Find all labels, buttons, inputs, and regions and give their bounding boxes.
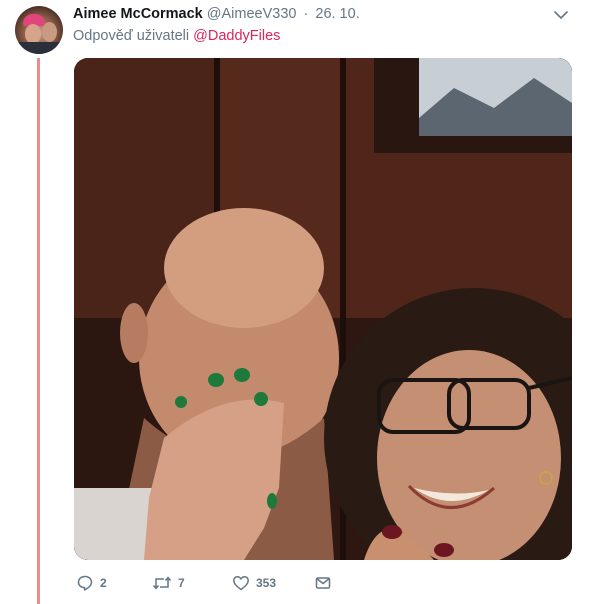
- avatar-face-right: [42, 22, 57, 42]
- header-separator: ·: [303, 6, 309, 22]
- reply-button[interactable]: 2: [76, 572, 107, 594]
- author-handle[interactable]: @AimeeV330: [207, 6, 297, 22]
- envelope-icon: [314, 574, 332, 592]
- reply-bubble-icon: [76, 574, 94, 592]
- author-name[interactable]: Aimee McCormack: [73, 6, 203, 22]
- like-button[interactable]: 353: [232, 572, 276, 594]
- reply-count: 2: [100, 576, 107, 590]
- tweet-photo[interactable]: [74, 58, 572, 560]
- avatar[interactable]: [15, 6, 63, 54]
- retweet-button[interactable]: 7: [152, 572, 185, 594]
- tweet-date[interactable]: 26. 10.: [315, 6, 359, 22]
- reply-context: Odpověď uživateli @DaddyFiles: [73, 27, 280, 45]
- avatar-face-left: [25, 24, 41, 44]
- tweet-actions: 2 7 353: [74, 572, 374, 594]
- thread-line: [37, 58, 40, 604]
- tweet[interactable]: Aimee McCormack @AimeeV330 · 26. 10. Odp…: [0, 0, 600, 604]
- retweet-count: 7: [178, 576, 185, 590]
- reply-mention-link[interactable]: @DaddyFiles: [193, 28, 280, 44]
- tweet-header: Aimee McCormack @AimeeV330 · 26. 10.: [73, 5, 360, 23]
- like-count: 353: [256, 576, 277, 590]
- reply-prefix: Odpověď uživateli: [73, 28, 190, 44]
- heart-icon: [232, 574, 250, 592]
- avatar-shirt: [15, 42, 63, 54]
- retweet-icon: [152, 574, 172, 592]
- direct-message-button[interactable]: [314, 572, 332, 594]
- chevron-down-icon[interactable]: [553, 8, 569, 20]
